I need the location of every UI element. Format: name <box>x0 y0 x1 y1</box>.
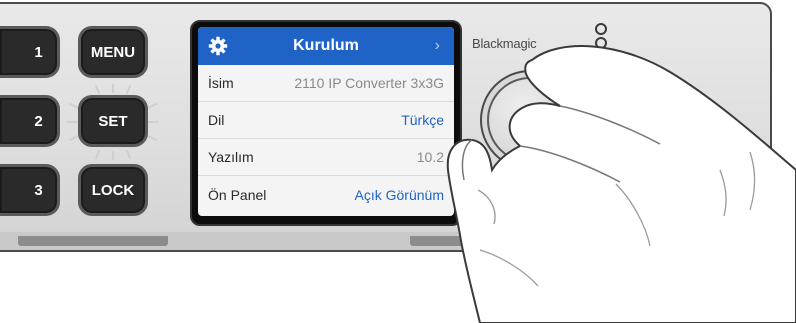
lcd-screen: Kurulum › İsim 2110 IP Converter 3x3G Di… <box>198 27 454 216</box>
setting-row-software[interactable]: Yazılım 10.2 <box>198 139 454 176</box>
set-label: SET <box>98 112 128 130</box>
menu-button[interactable]: MENU <box>78 26 148 78</box>
setting-label: İsim <box>208 75 234 91</box>
setting-label: Yazılım <box>208 149 254 165</box>
key-3-button[interactable]: 3 <box>0 164 60 216</box>
setting-label: Ön Panel <box>208 186 267 203</box>
setting-row-name[interactable]: İsim 2110 IP Converter 3x3G <box>198 65 454 102</box>
key-1-button[interactable]: 1 <box>0 26 60 78</box>
setting-row-front-panel[interactable]: Ön Panel Açık Görünüm <box>198 176 454 213</box>
gear-icon <box>208 36 228 56</box>
menu-header[interactable]: Kurulum › <box>198 27 454 65</box>
setting-row-language[interactable]: Dil Türkçe <box>198 102 454 139</box>
setting-label: Dil <box>208 112 225 128</box>
key-3-label: 3 <box>34 181 43 199</box>
menu-label: MENU <box>90 43 136 61</box>
menu-title: Kurulum <box>293 37 359 54</box>
key-2-button[interactable]: 2 <box>0 95 60 147</box>
panel-foot <box>18 236 168 246</box>
lock-button[interactable]: LOCK <box>78 164 148 216</box>
set-button[interactable]: SET <box>78 95 148 147</box>
hand-illustration-icon <box>446 45 796 323</box>
key-1-label: 1 <box>34 43 43 61</box>
lock-label: LOCK <box>91 181 135 199</box>
device-front-panel: 1 2 3 MENU SET LOCK Kurulum › İsim 2110 … <box>0 0 796 323</box>
key-2-label: 2 <box>34 112 43 130</box>
